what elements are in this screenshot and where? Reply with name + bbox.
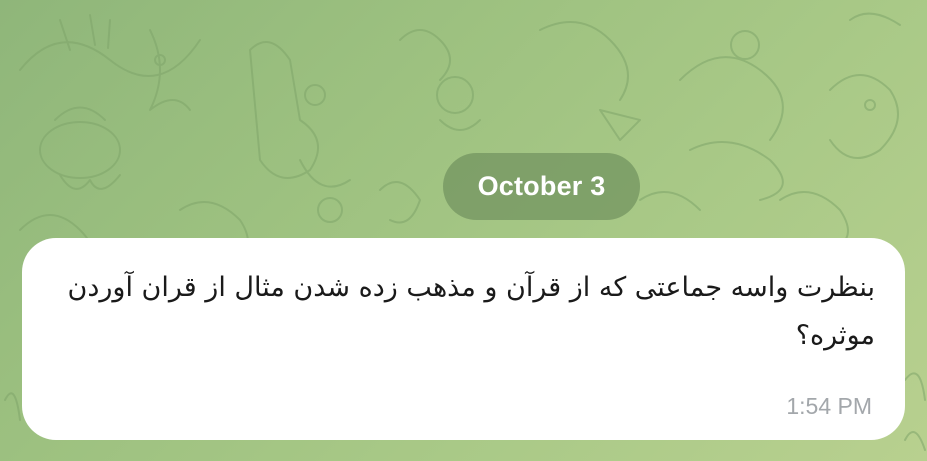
date-separator: October 3: [443, 153, 640, 220]
message-timestamp: 1:54 PM: [786, 393, 872, 419]
message-bubble[interactable]: بنظرت واسه جماعتی که از قرآن و مذهب زده …: [22, 238, 905, 440]
message-text: بنظرت واسه جماعتی که از قرآن و مذهب زده …: [67, 272, 875, 351]
date-separator-label: October 3: [477, 171, 606, 201]
